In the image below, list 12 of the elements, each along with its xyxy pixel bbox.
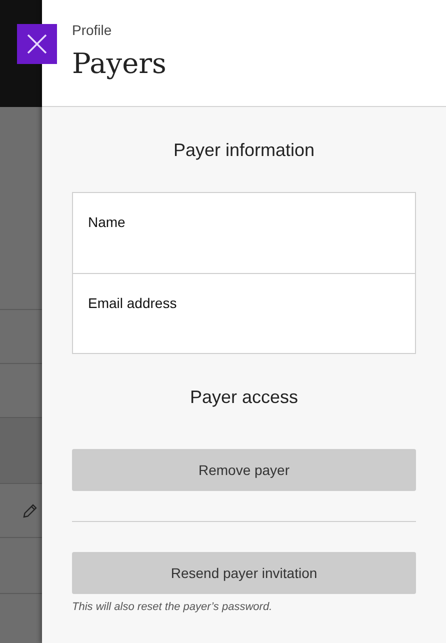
action-button[interactable]: Remove payer xyxy=(72,449,416,491)
note-text: This will also reset the payer’s password. xyxy=(72,600,274,615)
pencil-icon[interactable] xyxy=(21,502,39,520)
close-button[interactable] xyxy=(17,24,57,64)
header-subtitle: Profile xyxy=(72,21,113,40)
field-label: Name xyxy=(88,214,126,230)
section-heading: Payer access xyxy=(188,386,300,409)
field-label: Email address xyxy=(88,295,177,311)
section-heading: Payer information xyxy=(172,139,316,162)
close-icon xyxy=(25,32,49,56)
page-title: Payers xyxy=(72,46,168,82)
action-button[interactable]: Resend payer invitation xyxy=(72,552,416,594)
